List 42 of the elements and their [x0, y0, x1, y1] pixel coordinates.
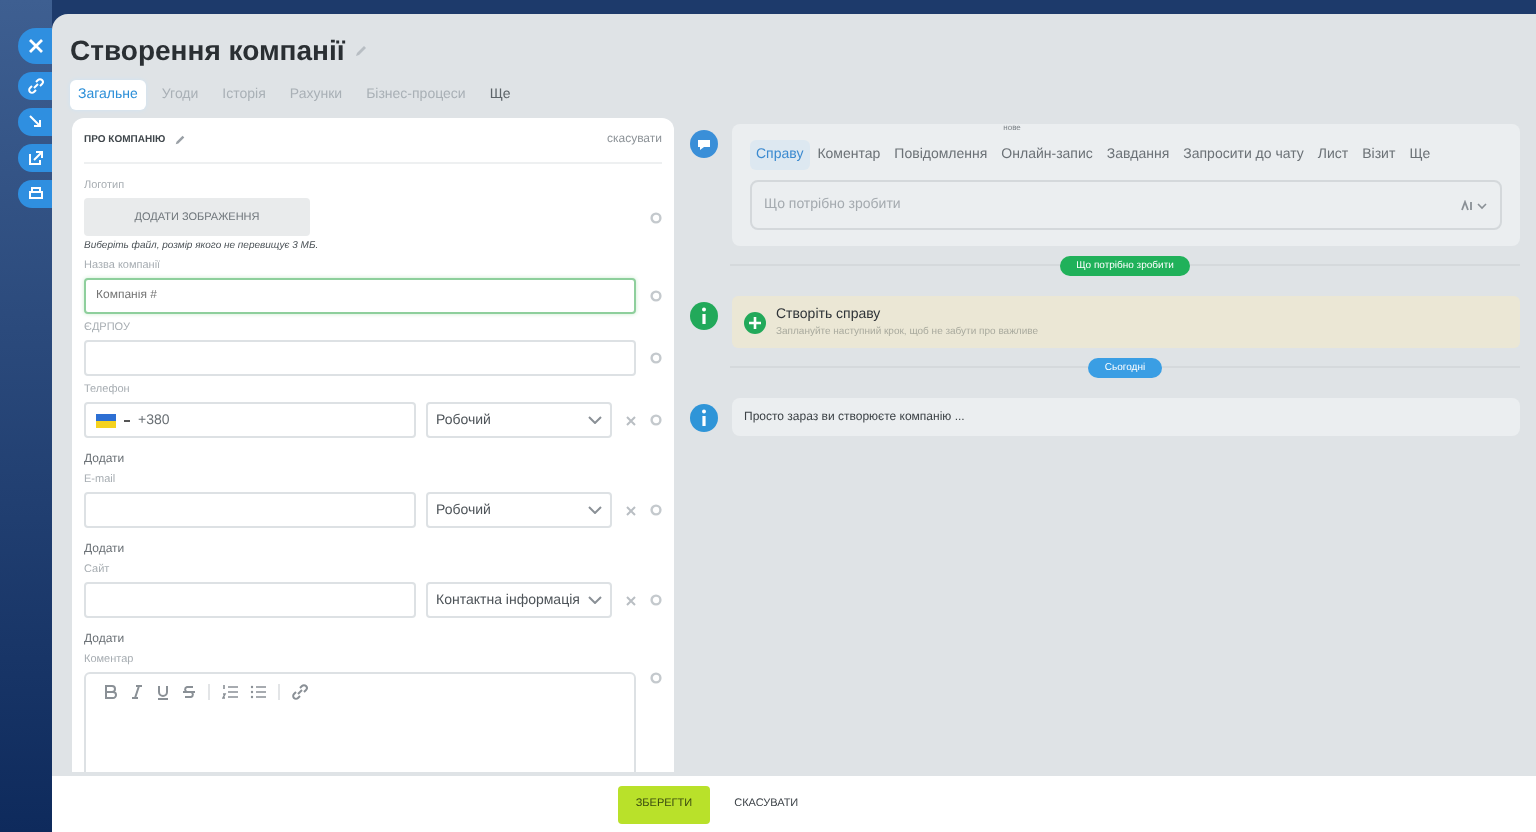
- pencil-icon[interactable]: [173, 134, 186, 146]
- external-link-icon: [27, 150, 43, 166]
- input-field[interactable]: [84, 582, 416, 618]
- link-button[interactable]: [18, 72, 52, 100]
- settings-icon[interactable]: [650, 672, 662, 684]
- settings-icon[interactable]: [650, 414, 662, 426]
- flag-icon: [96, 413, 116, 427]
- pencil-icon[interactable]: [354, 43, 369, 57]
- settings-icon[interactable]: [650, 504, 662, 516]
- remove-icon[interactable]: [626, 415, 636, 425]
- bold-icon[interactable]: [104, 684, 118, 700]
- external-link-button[interactable]: [18, 144, 52, 172]
- chat-icon: [690, 130, 718, 158]
- italic-icon[interactable]: [130, 684, 144, 700]
- ai-dropdown-icon[interactable]: [1460, 199, 1488, 211]
- settings-icon[interactable]: [650, 211, 662, 223]
- bullet-list-icon[interactable]: [250, 684, 266, 700]
- chevron-down-icon: [588, 416, 602, 424]
- chevron-down-icon: [588, 596, 602, 604]
- info-icon: [690, 404, 718, 432]
- link-icon[interactable]: [292, 684, 308, 700]
- underline-icon[interactable]: [156, 684, 170, 700]
- settings-icon[interactable]: [650, 594, 662, 606]
- close-icon: [27, 38, 43, 54]
- input-field[interactable]: [84, 492, 416, 528]
- arrow-icon: [27, 114, 43, 130]
- numbered-list-icon[interactable]: [222, 684, 238, 700]
- input-field[interactable]: [84, 340, 636, 376]
- strikethrough-icon[interactable]: [182, 684, 196, 700]
- chevron-down-icon: [588, 506, 602, 514]
- printer-icon: [27, 186, 43, 202]
- link-icon: [27, 78, 43, 94]
- close-button[interactable]: [18, 28, 52, 64]
- settings-icon[interactable]: [650, 352, 662, 364]
- download-button[interactable]: [18, 108, 52, 136]
- info-icon: [690, 302, 718, 330]
- settings-icon[interactable]: [650, 290, 662, 302]
- remove-icon[interactable]: [626, 595, 636, 605]
- remove-icon[interactable]: [626, 505, 636, 515]
- print-button[interactable]: [18, 180, 52, 208]
- add-icon[interactable]: [744, 311, 766, 333]
- page-title: Створення компанії: [70, 34, 345, 66]
